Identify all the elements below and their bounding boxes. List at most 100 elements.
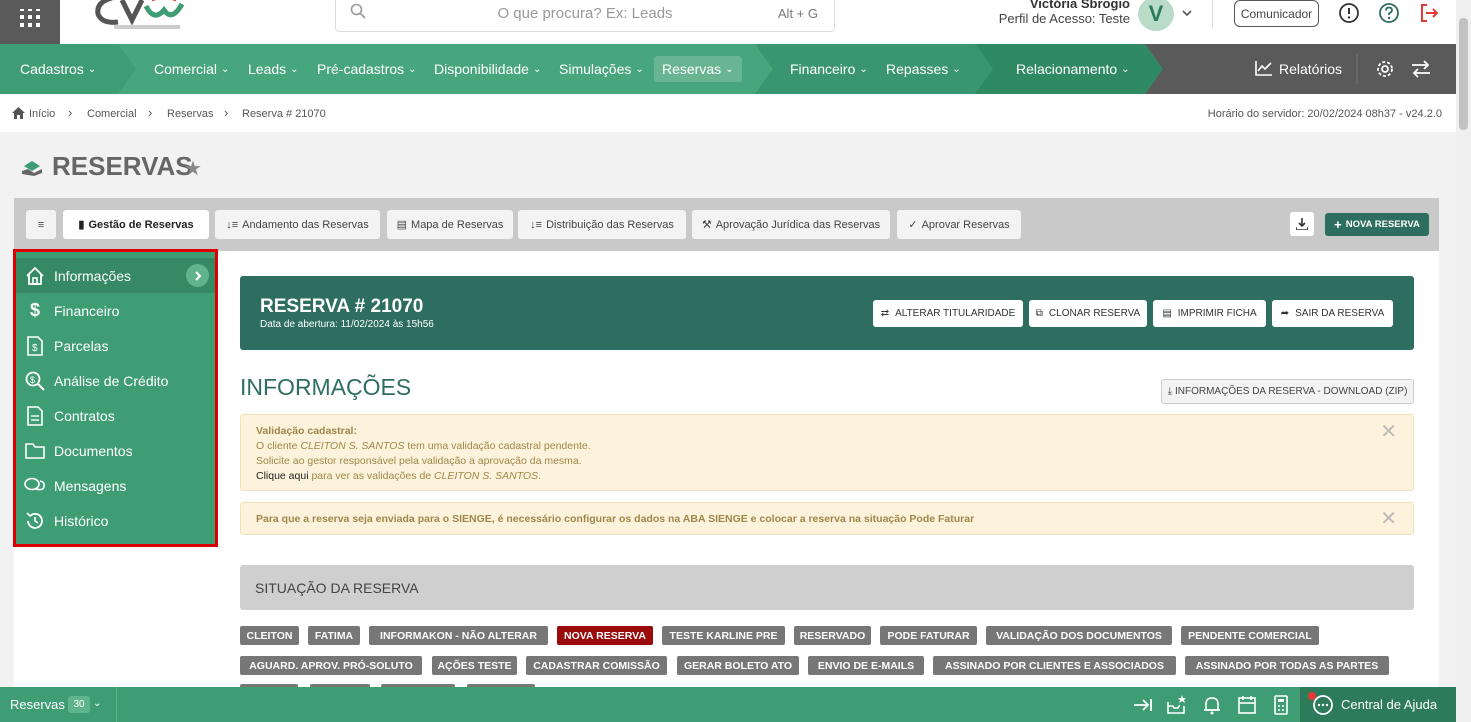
dollar-icon: $ bbox=[29, 300, 40, 320]
status-chip[interactable]: AGUARD. APROV. PRÓ-SOLUTO bbox=[240, 656, 422, 675]
tab-label: Distribuição das Reservas bbox=[546, 218, 674, 231]
info-icon[interactable] bbox=[1338, 2, 1360, 24]
user-info[interactable]: Victória Sbrogio Perfil de Acesso: Teste bbox=[960, 0, 1130, 26]
favorite-star-icon[interactable]: ★ bbox=[184, 156, 202, 181]
hamburger-menu-icon[interactable]: ≡ bbox=[26, 210, 56, 239]
breadcrumb-comercial[interactable]: Comercial bbox=[87, 108, 137, 120]
bottom-section-label[interactable]: Reservas bbox=[10, 697, 65, 712]
nav-label: Pré-cadastros bbox=[317, 61, 405, 77]
bottom-count-badge: 30 bbox=[68, 696, 90, 713]
nav-relatorios[interactable]: Relatórios bbox=[1255, 44, 1342, 94]
status-chip[interactable]: PENDENTE COMERCIAL bbox=[1181, 626, 1319, 645]
nav-pre-cadastros[interactable]: Pré-cadastros ⌄ bbox=[317, 44, 417, 94]
bookmark-icon: ▮ bbox=[78, 219, 85, 231]
inbox-star-icon[interactable] bbox=[1166, 694, 1188, 716]
status-chip[interactable]: VALIDAÇÃO DOS DOCUMENTOS bbox=[986, 626, 1172, 645]
tab-distribuicao[interactable]: ↓≡ Distribuição das Reservas bbox=[518, 210, 686, 239]
nav-label: Disponibilidade bbox=[434, 61, 529, 77]
status-chip[interactable]: CADASTRAR COMISSÃO bbox=[526, 656, 667, 675]
nav-comercial[interactable]: Comercial ⌄ bbox=[154, 44, 229, 94]
breadcrumb-inicio[interactable]: Início bbox=[29, 108, 55, 120]
nav-leads[interactable]: Leads ⌄ bbox=[248, 44, 299, 94]
breadcrumb-reservas[interactable]: Reservas bbox=[167, 108, 213, 120]
clonar-reserva-button[interactable]: ⧉ CLONAR RESERVA bbox=[1029, 300, 1147, 327]
button-label: INFORMAÇÕES DA RESERVA - DOWNLOAD (ZIP) bbox=[1174, 386, 1408, 397]
nav-reservas[interactable]: Reservas ⌄ bbox=[654, 56, 742, 82]
download-zip-button[interactable]: ⤓ INFORMAÇÕES DA RESERVA - DOWNLOAD (ZIP) bbox=[1161, 379, 1414, 404]
alert-line: Clique aqui para ver as validações de CL… bbox=[256, 469, 1398, 484]
settings-gear-icon[interactable] bbox=[1375, 59, 1395, 84]
tab-gestao-de-reservas[interactable]: ▮ Gestão de Reservas bbox=[63, 210, 209, 239]
home-icon[interactable] bbox=[12, 107, 25, 122]
sidemenu-item-contratos[interactable]: Contratos bbox=[16, 398, 215, 433]
search-box[interactable]: O que procura? Ex: Leads Alt + G bbox=[335, 0, 835, 32]
alert-client: CLEITON S. SANTOS bbox=[300, 440, 405, 452]
sidemenu-item-mensagens[interactable]: Mensagens bbox=[16, 468, 215, 503]
top-bar: O que procura? Ex: Leads Alt + G Victóri… bbox=[0, 0, 1456, 44]
sidemenu-label: Histórico bbox=[54, 512, 109, 529]
status-chip[interactable]: TESTE KARLINE PRE bbox=[662, 626, 785, 645]
alert-title: Validação cadastral: bbox=[256, 425, 357, 437]
close-icon[interactable]: ✕ bbox=[1380, 509, 1397, 529]
nav-cadastros[interactable]: Cadastros ⌄ bbox=[20, 44, 96, 94]
nav-disponibilidade[interactable]: Disponibilidade ⌄ bbox=[434, 44, 541, 94]
status-chip-selected[interactable]: NOVA RESERVA bbox=[557, 626, 653, 645]
situacao-header: SITUAÇÃO DA RESERVA bbox=[240, 565, 1414, 610]
chevron-down-icon[interactable] bbox=[1180, 6, 1194, 25]
status-chip[interactable]: AÇÕES TESTE bbox=[432, 656, 517, 675]
nav-financeiro[interactable]: Financeiro ⌄ bbox=[790, 44, 868, 94]
nav-relacionamento[interactable]: Relacionamento ⌄ bbox=[1016, 44, 1130, 94]
status-chip[interactable]: PODE FATURAR bbox=[880, 626, 977, 645]
status-chip[interactable]: RESERVADO bbox=[794, 626, 871, 645]
chevron-down-icon[interactable]: ⌄ bbox=[93, 698, 101, 709]
central-de-ajuda-button[interactable]: Central de Ajuda bbox=[1300, 687, 1456, 722]
nav-label: Relatórios bbox=[1279, 61, 1343, 77]
nav-label: Repasses bbox=[886, 61, 949, 77]
help-icon[interactable] bbox=[1378, 2, 1400, 24]
apps-grid-icon[interactable] bbox=[0, 0, 60, 44]
sidemenu-item-financeiro[interactable]: $ Financeiro bbox=[16, 293, 215, 328]
collapse-arrow-icon[interactable] bbox=[1132, 694, 1154, 716]
swap-arrows-icon[interactable] bbox=[1410, 59, 1432, 84]
tab-aprovar-reservas[interactable]: ✓ Aprovar Reservas bbox=[897, 210, 1021, 239]
sidemenu-item-analise-de-credito[interactable]: $ Análise de Crédito bbox=[16, 363, 215, 398]
comunicador-button[interactable]: Comunicador bbox=[1234, 0, 1319, 27]
bell-icon[interactable] bbox=[1201, 694, 1223, 716]
cv-logo[interactable] bbox=[92, 0, 188, 34]
calendar-icon[interactable] bbox=[1236, 694, 1258, 716]
tab-andamento[interactable]: ↓≡ Andamento das Reservas bbox=[215, 210, 380, 239]
sair-da-reserva-button[interactable]: ➦ SAIR DA RESERVA bbox=[1272, 300, 1393, 327]
imprimir-ficha-button[interactable]: ▤ IMPRIMIR FICHA bbox=[1153, 300, 1266, 327]
tab-strip: ≡ ▮ Gestão de Reservas ↓≡ Andamento das Re… bbox=[14, 198, 1439, 251]
sidemenu-item-documentos[interactable]: Documentos bbox=[16, 433, 215, 468]
status-chip[interactable]: INFORMAKON - NÃO ALTERAR bbox=[369, 626, 548, 645]
page-scrollbar[interactable] bbox=[1456, 0, 1471, 722]
status-chip[interactable]: FATIMA bbox=[308, 626, 360, 645]
sidemenu-item-parcelas[interactable]: $ Parcelas bbox=[16, 328, 215, 363]
download-icon[interactable] bbox=[1290, 212, 1314, 236]
nav-label: Leads bbox=[248, 61, 287, 77]
alert-link[interactable]: Clique aqui bbox=[256, 470, 309, 482]
alert-line: Solicite ao gestor responsável pela vali… bbox=[256, 455, 582, 467]
tab-mapa[interactable]: ▤ Mapa de Reservas bbox=[387, 210, 513, 239]
tab-aprovacao-juridica[interactable]: ⚒ Aprovação Jurídica das Reservas bbox=[692, 210, 890, 239]
nav-simulacoes[interactable]: Simulações ⌄ bbox=[559, 44, 644, 94]
close-icon[interactable]: ✕ bbox=[1380, 422, 1397, 442]
alterar-titularidade-button[interactable]: ⇄ ALTERAR TITULARIDADE bbox=[873, 300, 1023, 327]
alert-line: O cliente CLEITON S. SANTOS tem uma vali… bbox=[256, 439, 1398, 454]
calculator-icon[interactable] bbox=[1270, 694, 1292, 716]
chevron-down-icon: ⌄ bbox=[725, 63, 734, 75]
status-chip[interactable]: ASSINADO POR TODAS AS PARTES bbox=[1185, 656, 1389, 675]
status-chip[interactable]: GERAR BOLETO ATO bbox=[677, 656, 799, 675]
logout-icon[interactable] bbox=[1418, 2, 1440, 24]
status-chip[interactable]: ENVIO DE E-MAILS bbox=[808, 656, 924, 675]
scrollbar-thumb[interactable] bbox=[1459, 18, 1468, 130]
avatar[interactable]: V bbox=[1138, 0, 1174, 31]
nav-repasses[interactable]: Repasses ⌄ bbox=[886, 44, 961, 94]
status-chip[interactable]: ASSINADO POR CLIENTES E ASSOCIADOS bbox=[933, 656, 1176, 675]
chevron-right-icon bbox=[186, 264, 209, 287]
sidemenu-item-historico[interactable]: Histórico bbox=[16, 503, 215, 538]
sidemenu-item-informacoes[interactable]: Informações bbox=[16, 258, 215, 293]
nova-reserva-button[interactable]: + NOVA RESERVA bbox=[1325, 213, 1429, 236]
status-chip[interactable]: CLEITON bbox=[240, 626, 299, 645]
